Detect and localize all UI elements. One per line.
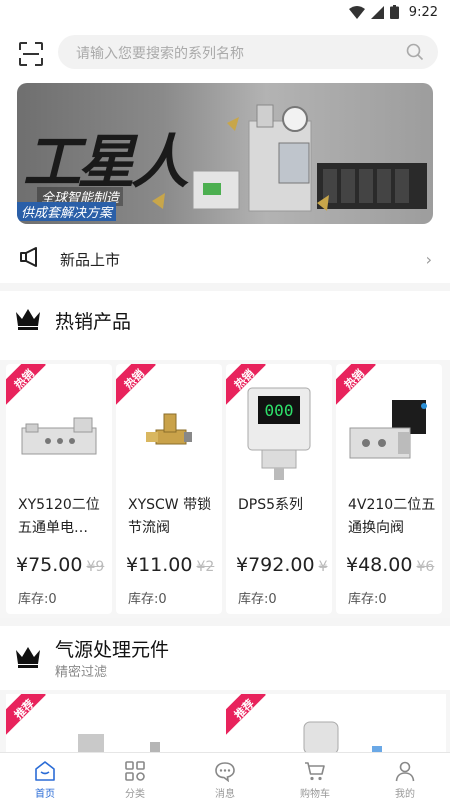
status-time: 9:22 — [408, 4, 438, 20]
megaphone-icon — [20, 247, 37, 267]
product-old-price: ¥ — [318, 559, 328, 575]
scan-icon[interactable] — [18, 41, 44, 67]
tab-profile[interactable]: 我的 — [360, 753, 450, 800]
product-name: DPS5系列 — [238, 497, 304, 513]
filter-product-image — [78, 734, 160, 754]
cart-icon — [305, 762, 325, 781]
product-stock: 库存:0 — [128, 592, 167, 607]
status-bar: 9:22 — [0, 0, 450, 24]
tab-label: 首页 — [35, 789, 55, 800]
tab-message[interactable]: 消息 — [180, 753, 270, 800]
battery-icon — [389, 5, 399, 19]
product-old-price: ¥6 — [416, 559, 435, 575]
product-old-price: ¥9 — [86, 559, 105, 575]
product-stock: 库存:0 — [18, 592, 57, 607]
message-icon — [215, 762, 235, 782]
product-name: 4V210二位五通换向阀 — [348, 497, 436, 536]
wifi-icon — [348, 5, 365, 19]
solenoid-valve-icon — [21, 417, 97, 455]
tab-label: 我的 — [395, 789, 415, 800]
air-section-header: 气源处理元件 精密过滤 — [0, 630, 450, 686]
product-price: ¥48.00 ¥6 — [346, 554, 435, 576]
new-arrivals-label: 新品上市 — [60, 251, 121, 269]
directional-valve-icon — [349, 400, 427, 459]
tab-label: 分类 — [125, 789, 145, 800]
pressure-switch-icon: 000 — [247, 387, 311, 480]
product-old-price: ¥2 — [196, 559, 215, 575]
filter-product-image — [303, 721, 382, 754]
search-placeholder: 请输入您要搜索的系列名称 — [76, 46, 244, 62]
tab-category[interactable]: 分类 — [90, 753, 180, 800]
throttle-valve-icon — [146, 413, 192, 445]
tab-home[interactable]: 首页 — [0, 753, 90, 800]
crown-icon — [16, 309, 40, 330]
divider — [0, 283, 450, 291]
promo-banner[interactable]: 工星人 全球智能制造 供成套解决方案 — [17, 83, 433, 224]
banner-tagline-2: 供成套解决方案 — [17, 202, 117, 221]
product-card[interactable]: 热销 4V210二位五通换向阀 ¥48.00 ¥6 库存:0 — [336, 364, 442, 614]
product-price: ¥11.00 ¥2 — [126, 554, 215, 576]
recommend-card[interactable]: 推荐 — [226, 694, 446, 754]
product-name: XY5120二位五通单电… — [18, 497, 100, 536]
tab-label: 购物车 — [300, 789, 330, 800]
divider — [0, 618, 450, 626]
category-icon — [125, 761, 145, 781]
home-icon — [35, 761, 55, 781]
crown-icon — [16, 647, 40, 668]
product-price: ¥792.00 ¥ — [236, 554, 328, 576]
hot-products-list: 热销 XY5120二位五通单电… ¥75.00 ¥9 库存:0 热销 XYSCW … — [0, 360, 450, 618]
bottom-tab-bar: 首页 分类 消息 购物车 我的 — [0, 752, 450, 800]
tab-cart[interactable]: 购物车 — [270, 753, 360, 800]
product-card[interactable]: 热销 XYSCW 带锁节流阀 ¥11.00 ¥2 库存:0 — [116, 364, 222, 614]
user-icon — [395, 761, 415, 782]
product-stock: 库存:0 — [238, 592, 277, 607]
product-name: XYSCW 带锁节流阀 — [128, 497, 212, 536]
search-row: 请输入您要搜索的系列名称 — [0, 34, 450, 72]
search-icon[interactable] — [406, 43, 424, 61]
new-arrivals-row[interactable]: 新品上市 › — [0, 237, 450, 281]
hot-section-title: 热销产品 — [55, 311, 132, 333]
product-card[interactable]: 热销 XY5120二位五通单电… ¥75.00 ¥9 库存:0 — [6, 364, 112, 614]
search-input[interactable]: 请输入您要搜索的系列名称 — [58, 35, 438, 69]
tab-label: 消息 — [215, 789, 235, 800]
air-section-subtitle: 精密过滤 — [55, 665, 108, 680]
svg-text:000: 000 — [265, 401, 294, 420]
hot-section-header: 热销产品 — [0, 296, 450, 340]
product-card[interactable]: 热销 000 DPS5系列 ¥792.00 ¥ 库存:0 — [226, 364, 332, 614]
product-price: ¥75.00 ¥9 — [16, 554, 105, 576]
chevron-right-icon: › — [425, 250, 432, 269]
air-section-title: 气源处理元件 — [55, 639, 170, 661]
signal-icon — [370, 5, 384, 19]
product-stock: 库存:0 — [348, 592, 387, 607]
recommend-card[interactable]: 推荐 — [6, 694, 226, 754]
